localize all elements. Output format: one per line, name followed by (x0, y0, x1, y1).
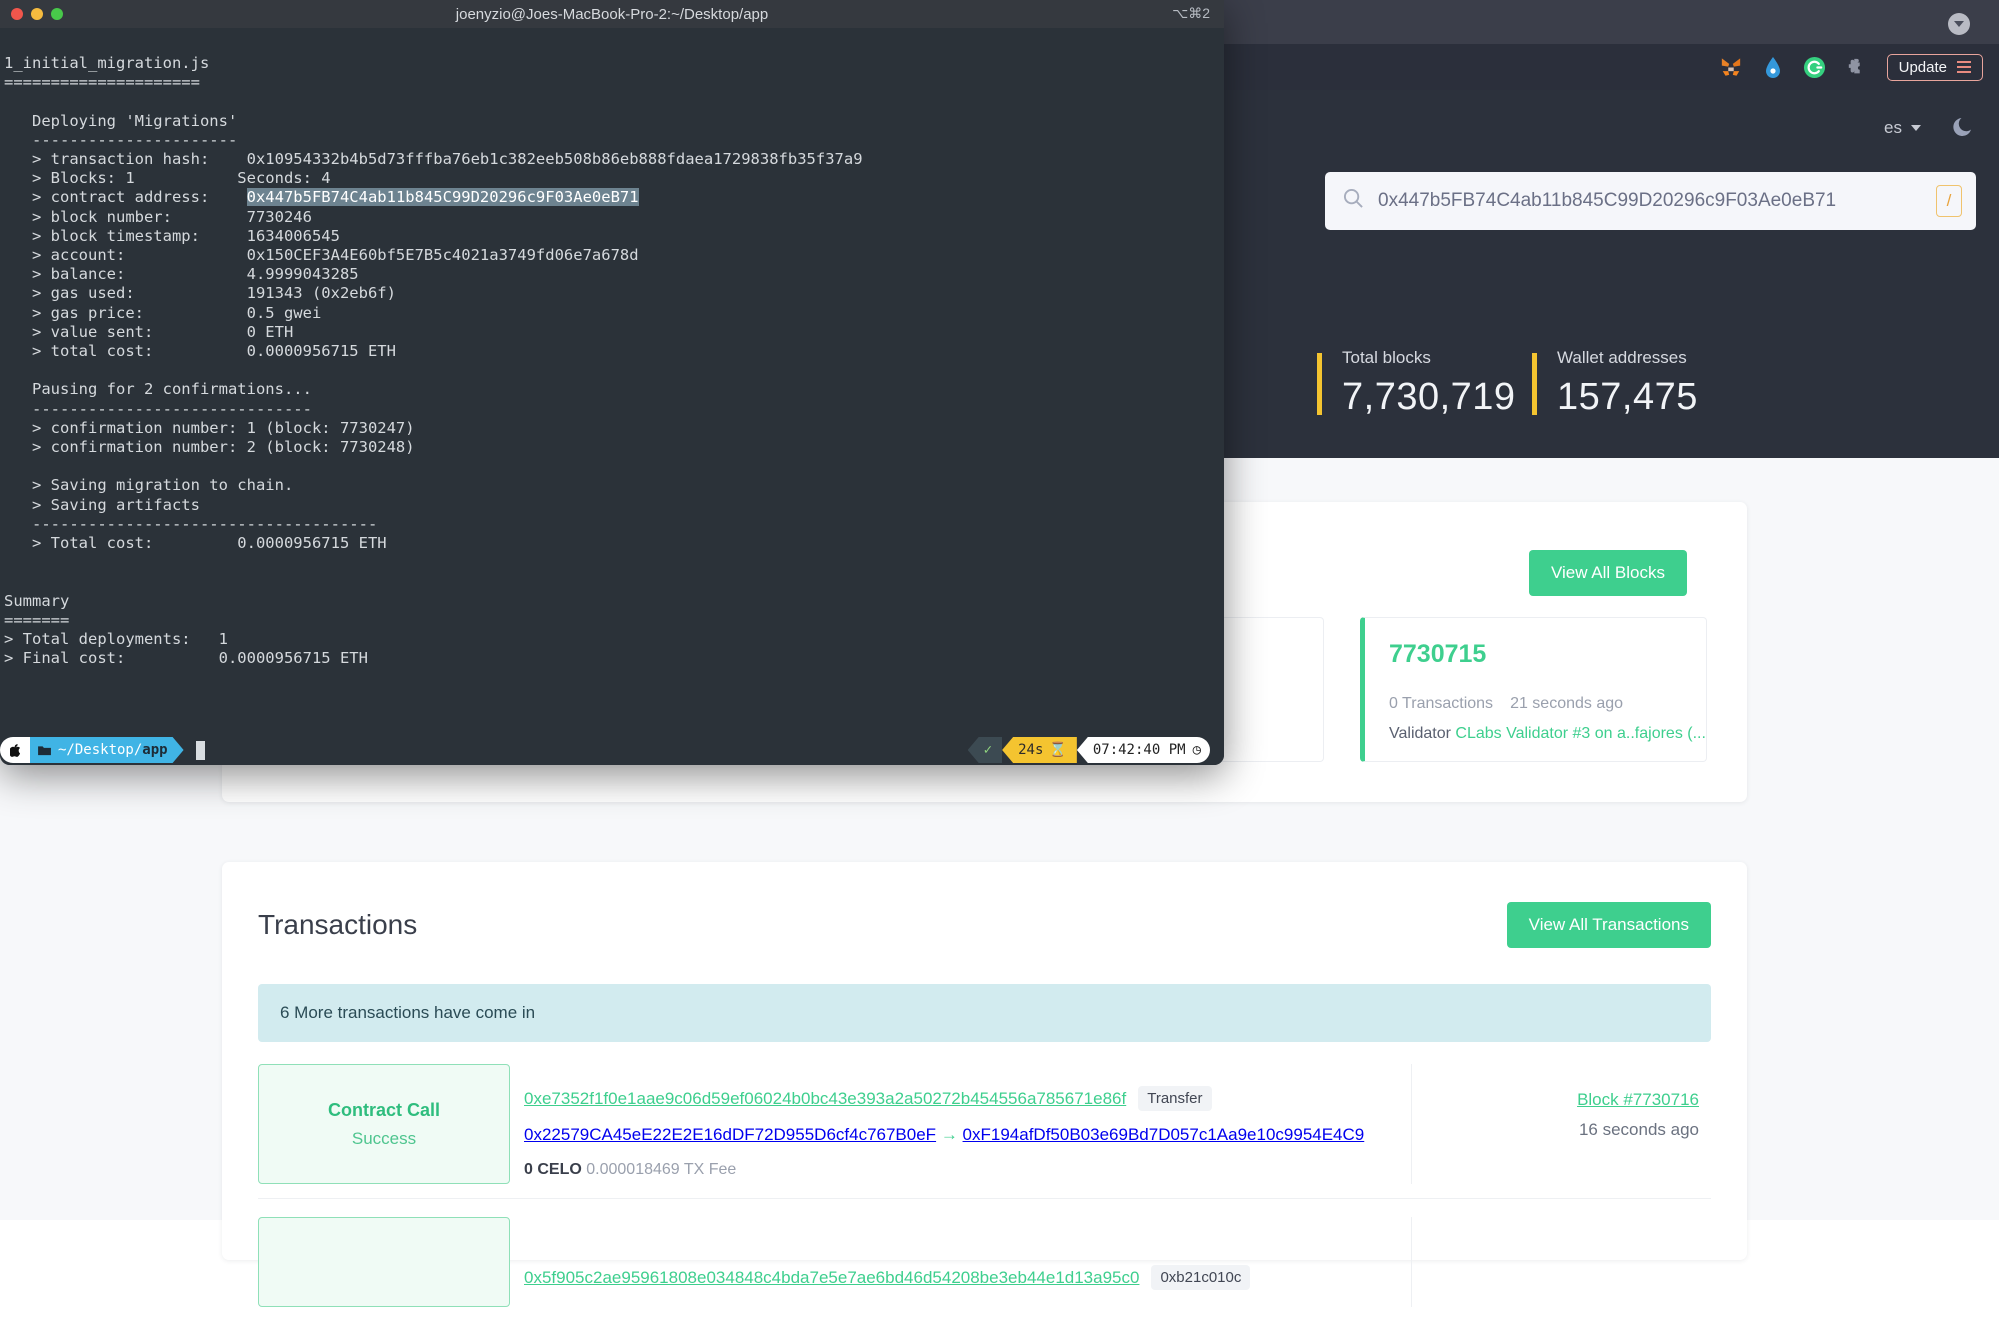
to-address-link[interactable]: 0xF194afDf50B03e69Bd7D057c1Aa9e10c9954E4… (963, 1125, 1365, 1144)
hourglass-icon: ⌛ (1049, 742, 1066, 758)
transaction-addresses: 0x22579CA45eE22E2E16dDF72D955D6cf4c767B0… (524, 1125, 1411, 1145)
stat-accent-bar (1317, 353, 1322, 415)
apple-logo-icon (0, 737, 30, 763)
command-duration: 24s (1018, 742, 1043, 758)
view-all-transactions-button[interactable]: View All Transactions (1507, 902, 1711, 948)
extension-icons: Update (1719, 54, 1983, 81)
celo-extension-icon[interactable] (1803, 55, 1827, 79)
network-dropdown[interactable]: es (1884, 118, 1921, 138)
transaction-hash-link[interactable]: 0xe7352f1f0e1aae9c06d59ef06024b0bc43e393… (524, 1089, 1126, 1109)
view-all-blocks-button[interactable]: View All Blocks (1529, 550, 1687, 596)
hamburger-menu-icon[interactable] (1957, 61, 1971, 73)
stat-value: 157,475 (1557, 376, 1747, 419)
transactions-card: Transactions View All Transactions 6 Mor… (222, 862, 1747, 1260)
chevron-down-icon (1911, 125, 1921, 131)
block-age: 21 seconds ago (1510, 695, 1623, 713)
arrow-icon: → (941, 1125, 958, 1144)
terminal-statusbar: ~/Desktop/app ✓ 24s ⌛ 07:42:40 PM ◷ (0, 735, 1224, 765)
transaction-amount: 0 CELO (524, 1161, 582, 1178)
from-address-link[interactable]: 0x22579CA45eE22E2E16dDF72D955D6cf4c767B0… (524, 1125, 936, 1144)
transaction-status: Success (352, 1129, 416, 1149)
stat-wallet-addresses: Wallet addresses 157,475 (1532, 348, 1747, 419)
new-transactions-banner[interactable]: 6 More transactions have come in (258, 984, 1711, 1042)
transaction-block-link[interactable]: Block #7730716 (1577, 1090, 1699, 1109)
transaction-status-box (258, 1217, 510, 1307)
transaction-type: Contract Call (328, 1100, 440, 1121)
stat-total-blocks: Total blocks 7,730,719 (1317, 348, 1532, 419)
update-label: Update (1899, 59, 1947, 76)
search-shortcut-key: / (1936, 185, 1962, 217)
terminal-path-segment: ~/Desktop/app (30, 737, 184, 763)
transaction-details: 0xe7352f1f0e1aae9c06d59ef06024b0bc43e393… (510, 1064, 1411, 1184)
exit-status-check-icon: ✓ (968, 737, 1002, 763)
highlighted-contract-address[interactable]: 0x447b5FB74C4ab11b845C99D20296c9F03Ae0eB… (247, 188, 639, 206)
moon-icon[interactable] (1951, 114, 1975, 143)
block-validator: Validator CLabs Validator #3 on a..fajor… (1389, 725, 1706, 743)
transaction-row[interactable]: 0x5f905c2ae95961808e034848c4bda7e5e7ae6b… (258, 1217, 1711, 1321)
clock-time: 07:42:40 PM (1093, 742, 1186, 758)
transaction-details: 0x5f905c2ae95961808e034848c4bda7e5e7ae6b… (510, 1217, 1411, 1307)
terminal-status-right: ✓ 24s ⌛ 07:42:40 PM ◷ (968, 737, 1210, 763)
block-meta: 0 Transactions 21 seconds ago (1389, 695, 1623, 713)
validator-prefix: Validator (1389, 725, 1451, 742)
stat-label: Wallet addresses (1557, 348, 1747, 368)
transaction-block-info (1411, 1217, 1711, 1307)
terminal-output: 1_initial_migration.js =================… (0, 28, 1224, 669)
terminal-output-head: 1_initial_migration.js =================… (4, 54, 863, 206)
transactions-header: Transactions View All Transactions (258, 902, 1711, 948)
explorer-search-bar[interactable]: 0x447b5FB74C4ab11b845C99D20296c9F03Ae0eB… (1325, 172, 1976, 230)
transaction-value-line: 0 CELO 0.000018469 TX Fee (524, 1161, 1411, 1179)
command-duration-segment: 24s ⌛ (1002, 737, 1077, 763)
terminal-path-current: app (142, 742, 167, 758)
block-number[interactable]: 7730715 (1389, 640, 1682, 669)
search-input[interactable]: 0x447b5FB74C4ab11b845C99D20296c9F03Ae0eB… (1378, 190, 1922, 212)
block-transactions: 0 Transactions (1389, 695, 1493, 713)
network-dropdown-label: es (1884, 118, 1902, 138)
terminal-window[interactable]: joenyzio@Joes-MacBook-Pro-2:~/Desktop/ap… (0, 0, 1224, 765)
wallet-drop-icon[interactable] (1761, 55, 1785, 79)
transaction-tag: 0xb21c010c (1151, 1265, 1250, 1290)
terminal-title: joenyzio@Joes-MacBook-Pro-2:~/Desktop/ap… (0, 6, 1224, 23)
search-icon (1343, 188, 1364, 214)
transaction-hash-line: 0x5f905c2ae95961808e034848c4bda7e5e7ae6b… (524, 1265, 1411, 1290)
transaction-status-box: Contract Call Success (258, 1064, 510, 1184)
chevron-down-circle-icon[interactable] (1948, 13, 1970, 35)
clock-icon: ◷ (1193, 742, 1201, 758)
transaction-age: 16 seconds ago (1412, 1120, 1699, 1140)
transaction-block-info: Block #7730716 16 seconds ago (1411, 1064, 1711, 1184)
terminal-shortcut-label: ⌥⌘2 (1172, 5, 1210, 22)
terminal-output-tail: > block number: 7730246 > block timestam… (4, 208, 639, 668)
transaction-hash-line: 0xe7352f1f0e1aae9c06d59ef06024b0bc43e393… (524, 1086, 1411, 1111)
transaction-fee: 0.000018469 TX Fee (586, 1161, 736, 1178)
metamask-fox-icon[interactable] (1719, 55, 1743, 79)
stat-value: 7,730,719 (1342, 376, 1532, 419)
transaction-hash-link[interactable]: 0x5f905c2ae95961808e034848c4bda7e5e7ae6b… (524, 1268, 1139, 1288)
terminal-cursor (196, 741, 205, 760)
clock-segment: 07:42:40 PM ◷ (1077, 737, 1210, 763)
terminal-titlebar: joenyzio@Joes-MacBook-Pro-2:~/Desktop/ap… (0, 0, 1224, 28)
validator-link[interactable]: CLabs Validator #3 on a..fajores (... (1455, 725, 1706, 742)
block-tile[interactable]: 7730715 0 Transactions 21 seconds ago Va… (1360, 617, 1707, 762)
transactions-title: Transactions (258, 909, 417, 941)
terminal-path-prefix: ~/Desktop/ (58, 742, 142, 758)
update-button[interactable]: Update (1887, 54, 1983, 81)
transaction-tag: Transfer (1138, 1086, 1211, 1111)
puzzle-extensions-icon[interactable] (1845, 55, 1869, 79)
stat-label: Total blocks (1342, 348, 1532, 368)
stat-accent-bar (1532, 353, 1537, 415)
transaction-row[interactable]: Contract Call Success 0xe7352f1f0e1aae9c… (258, 1064, 1711, 1199)
